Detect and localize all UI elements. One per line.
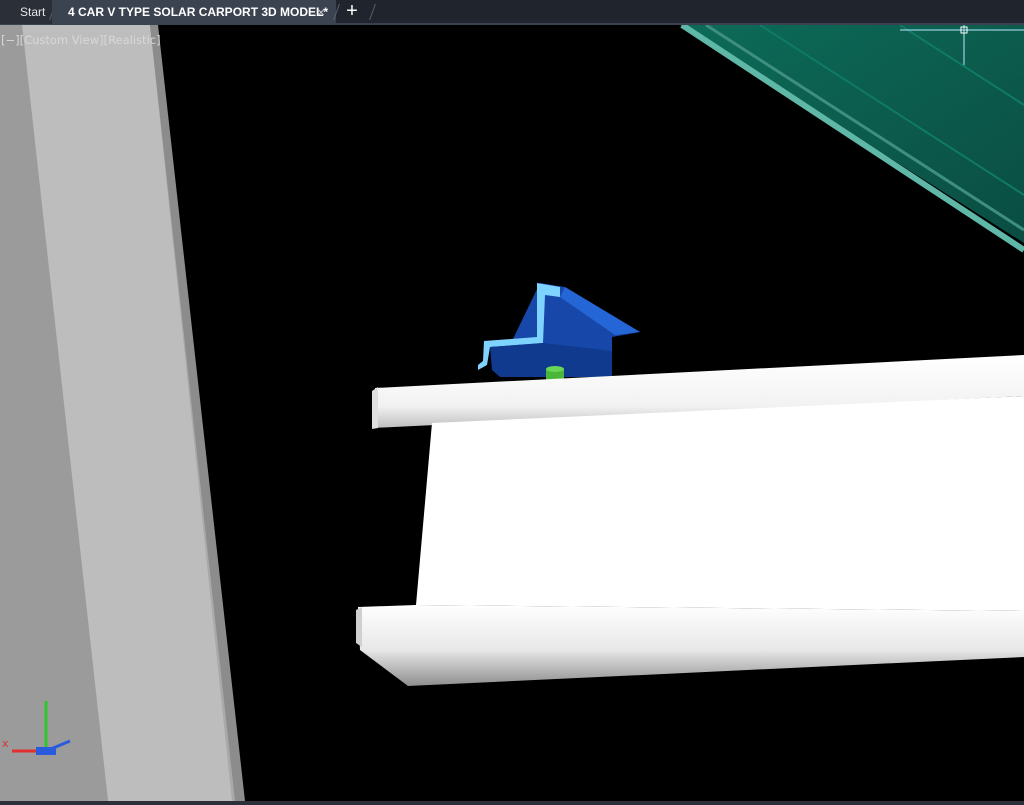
file-tab-bar: Start 4 CAR V TYPE SOLAR CARPORT 3D MODE…	[0, 0, 1024, 25]
tab-drawing[interactable]: 4 CAR V TYPE SOLAR CARPORT 3D MODEL*	[52, 0, 336, 24]
mid-clamp	[478, 283, 640, 377]
autocad-window: Start 4 CAR V TYPE SOLAR CARPORT 3D MODE…	[0, 0, 1024, 805]
viewport-menu-control[interactable]: [−]	[1, 33, 20, 47]
viewport-controls: [−][Custom View][Realistic]	[1, 33, 161, 47]
solar-panel	[680, 25, 1024, 253]
visual-style-control[interactable]: [Realistic]	[104, 33, 161, 47]
tab-start[interactable]: Start	[0, 0, 52, 24]
new-tab-button[interactable]: +	[340, 0, 364, 24]
bottom-border	[0, 801, 1024, 805]
model-viewport[interactable]: x [−][Custom View][Realistic]	[0, 25, 1024, 801]
view-control[interactable]: [Custom View]	[20, 33, 104, 47]
steel-column	[0, 25, 245, 801]
c-purlin	[356, 355, 1024, 686]
close-tab-icon[interactable]: ×	[314, 0, 328, 24]
model-scene: x	[0, 25, 1024, 801]
tab-separator	[369, 4, 376, 20]
svg-text:x: x	[2, 737, 9, 750]
